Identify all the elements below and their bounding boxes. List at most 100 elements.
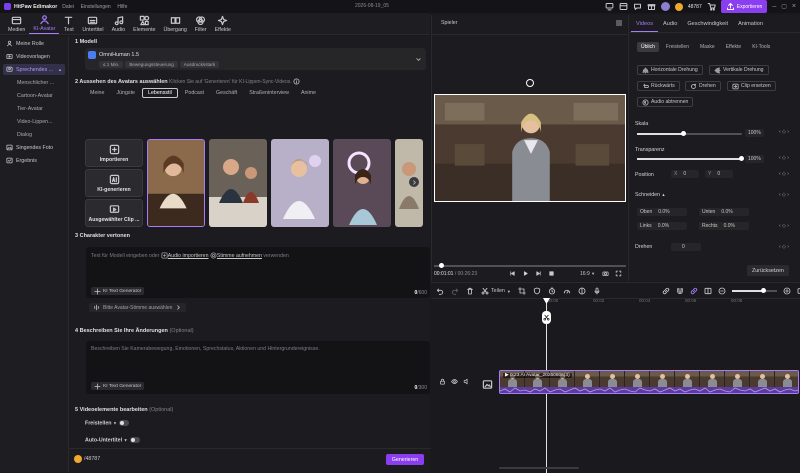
position-y-field[interactable]: Y0	[705, 170, 733, 178]
scale-value[interactable]: 100%	[745, 129, 764, 137]
toolbar-subtitle-button[interactable]: Untertitel	[78, 13, 107, 34]
property-tab[interactable]: Audio	[658, 17, 682, 32]
message-icon[interactable]	[633, 2, 642, 11]
toolbar-filter-button[interactable]: Filter	[191, 13, 211, 34]
ai-generate-avatar-button[interactable]: KI-generieren	[85, 169, 143, 197]
opacity-slider-knob[interactable]	[739, 156, 744, 161]
timeline-scrollbar[interactable]	[499, 467, 579, 469]
layout-icon[interactable]	[619, 2, 628, 11]
fullscreen-icon[interactable]	[615, 270, 622, 277]
crop-bottom-field[interactable]: Unten 0.0%	[699, 208, 749, 216]
sidebar-item[interactable]: Video-Lippen...	[3, 116, 65, 127]
link-icon[interactable]	[662, 287, 670, 295]
property-subtab[interactable]: KI-Tools	[748, 42, 774, 52]
property-subtab[interactable]: Üblich	[637, 42, 659, 52]
keyframe-controls[interactable]: ‹ ◇ ›	[779, 192, 789, 198]
keyframe-controls[interactable]: ‹ ◇ ›	[779, 244, 789, 250]
position-x-field[interactable]: X0	[671, 170, 699, 178]
step-forward-icon[interactable]	[535, 270, 542, 277]
undo-icon[interactable]	[436, 287, 444, 295]
selected-clip-button[interactable]: Ausgewählter Clip ...	[85, 199, 143, 227]
keyframe-controls[interactable]: ‹ ◇ ›	[779, 171, 789, 177]
toolbar-effects-button[interactable]: Effekte	[211, 13, 235, 34]
keyframe-controls[interactable]: ‹ ◇ ›	[779, 155, 789, 161]
crop-left-field[interactable]: Links 0.0%	[637, 222, 687, 230]
rotation-field[interactable]: 0	[671, 243, 701, 251]
sidebar-item[interactable]: Singendes Foto	[3, 142, 65, 153]
crop-right-field[interactable]: Rechts 0.0%	[699, 222, 749, 230]
magnet-icon[interactable]	[676, 287, 684, 295]
record-voice-link[interactable]: Stimme aufnehmen	[217, 253, 262, 259]
stop-icon[interactable]	[548, 270, 555, 277]
toolbar-elements-button[interactable]: Elemente	[129, 13, 159, 34]
sidebar-item[interactable]: Menschlicher ...	[3, 77, 65, 88]
zoom-out-icon[interactable]	[718, 287, 726, 295]
voice-select-button[interactable]: Bitte Avatar-Stimme auswählen	[89, 303, 187, 312]
property-tab[interactable]: Geschwindigkeit	[682, 17, 733, 32]
avatar-thumbnail[interactable]	[271, 139, 329, 227]
play-icon[interactable]	[522, 270, 529, 277]
crop-icon[interactable]	[518, 287, 526, 295]
export-button[interactable]: Exportieren	[720, 0, 768, 13]
lock-icon[interactable]	[439, 378, 446, 385]
rotate-handle[interactable]	[526, 79, 534, 87]
playback-scrubber[interactable]	[434, 263, 626, 268]
menu-file[interactable]: Datei	[62, 4, 74, 10]
minimize-button[interactable]: –	[772, 3, 776, 10]
property-subtab[interactable]: Effekte	[722, 42, 745, 52]
sidebar-item[interactable]: Cartoon-Avatar	[3, 90, 65, 101]
monitor-icon[interactable]	[605, 2, 614, 11]
sidebar-item[interactable]: Tier-Avatar	[3, 103, 65, 114]
user-avatar[interactable]	[660, 2, 670, 11]
changes-textarea[interactable]: Beschreiben Sie Kamerabewegung, Emotione…	[86, 341, 430, 394]
video-clip[interactable]: ▶ 0:23 AI Avatar_20260806(3)	[499, 370, 799, 394]
camera-icon[interactable]	[602, 270, 609, 277]
flip-horizontal-button[interactable]: Horizontale Drehung	[637, 65, 703, 75]
model-selector[interactable]: OmniHuman 1.5 ≤ 1 Min. Bewegungssteuerung…	[85, 48, 426, 70]
mask-icon[interactable]	[578, 287, 586, 295]
detach-audio-button[interactable]: Audio abtrennen	[637, 97, 694, 107]
rotate-button[interactable]: Drehen	[685, 81, 721, 91]
keyframe-controls[interactable]: ‹ ◇ ›	[779, 129, 789, 135]
snap-icon[interactable]	[690, 287, 698, 295]
toolbar-ai-avatar-button[interactable]: KI-Avatar	[29, 13, 60, 34]
avatar-thumbnail[interactable]	[147, 139, 205, 227]
sidebar-item[interactable]: Dialog	[3, 129, 65, 140]
auto-subtitle-toggle[interactable]	[129, 437, 140, 443]
split-marker[interactable]	[542, 311, 551, 324]
reset-button[interactable]: Zurücksetzen	[747, 265, 789, 276]
cutout-toggle[interactable]	[118, 420, 129, 426]
track-cover-icon[interactable]	[482, 379, 493, 390]
cart-icon[interactable]	[707, 2, 716, 11]
video-preview[interactable]	[434, 94, 626, 202]
sidebar-item[interactable]: Ergebnis	[3, 155, 65, 166]
toolbar-transition-button[interactable]: Übergang	[160, 13, 191, 34]
close-button[interactable]: ×	[792, 3, 796, 10]
property-tab[interactable]: Animation	[733, 17, 768, 32]
avatar-thumbnail[interactable]	[333, 139, 391, 227]
menu-icon[interactable]	[615, 19, 623, 27]
toolbar-media-button[interactable]: Medien	[4, 13, 29, 34]
redo-icon[interactable]	[451, 287, 459, 295]
script-textarea[interactable]: Text für Modell eingeben oder Audio impo…	[86, 247, 430, 298]
info-icon[interactable]	[293, 78, 300, 85]
property-subtab[interactable]: Maske	[696, 42, 719, 52]
property-tab[interactable]: Videos	[631, 17, 659, 32]
opacity-slider[interactable]	[637, 156, 744, 161]
category-tab[interactable]: Lebensstil	[142, 88, 178, 98]
split-button[interactable]: Teilen ▼	[481, 287, 511, 295]
speaker-icon[interactable]	[463, 378, 470, 385]
aspect-ratio-select[interactable]: 16:9 ▼	[580, 271, 595, 277]
toolbar-audio-button[interactable]: Audio	[108, 13, 130, 34]
zoom-in-icon[interactable]	[783, 287, 791, 295]
reverse-button[interactable]: Rückwärts	[637, 81, 680, 91]
delete-icon[interactable]	[466, 287, 474, 295]
sidebar-item[interactable]: Meine Rolle	[3, 38, 65, 49]
menu-help[interactable]: Hilfe	[117, 4, 127, 10]
scale-slider[interactable]	[637, 131, 742, 136]
generate-button[interactable]: Generieren	[386, 454, 424, 465]
property-subtab[interactable]: Freistellen	[662, 42, 693, 52]
timer-icon[interactable]	[548, 287, 556, 295]
import-button[interactable]: Importieren	[85, 139, 143, 167]
flip-vertical-button[interactable]: Vertikale Drehung	[709, 65, 769, 75]
